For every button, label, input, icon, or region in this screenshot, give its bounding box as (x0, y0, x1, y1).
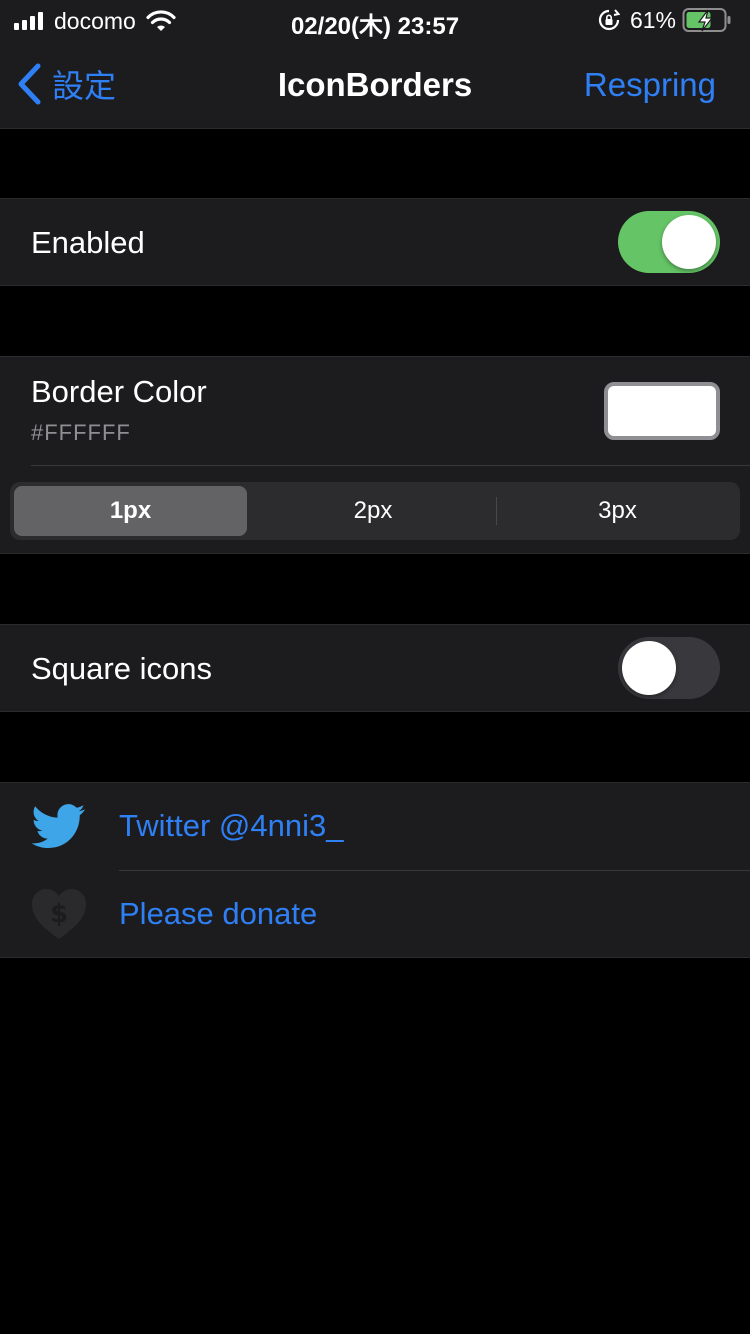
border-color-group: Border Color #FFFFFF 1px 2px 3px (0, 356, 750, 554)
toggle-knob (622, 641, 676, 695)
twitter-link[interactable]: Twitter @4nni3_ (0, 783, 750, 871)
segment-divider (496, 497, 497, 525)
square-icons-label: Square icons (31, 651, 212, 686)
border-width-segmented-control: 1px 2px 3px (10, 482, 740, 540)
orientation-lock-icon (598, 9, 620, 31)
separator (31, 465, 750, 466)
segment-2px[interactable]: 2px (253, 486, 493, 536)
twitter-bird-icon (31, 804, 86, 849)
enabled-toggle[interactable] (618, 211, 720, 273)
links-group: Twitter @4nni3_ $ Please donate (0, 782, 750, 958)
heart-dollar-icon: $ (32, 889, 86, 939)
donate-link[interactable]: $ Please donate (0, 871, 750, 959)
square-icons-group: Square icons (0, 624, 750, 712)
square-icons-toggle[interactable] (618, 637, 720, 699)
segment-3px[interactable]: 3px (499, 486, 736, 536)
battery-charging-icon (682, 8, 731, 32)
twitter-link-label: Twitter @4nni3_ (119, 808, 344, 843)
battery-percent: 61% (629, 6, 676, 33)
border-color-hex: #FFFFFF (31, 420, 131, 445)
respring-button[interactable]: Respring (584, 66, 716, 104)
status-bar: docomo 02/20(木) 23:57 61% (0, 0, 750, 40)
enabled-label: Enabled (31, 225, 145, 260)
enabled-group: Enabled (0, 198, 750, 286)
segment-1px[interactable]: 1px (14, 486, 247, 536)
border-color-label: Border Color (31, 374, 207, 409)
border-color-swatch[interactable] (604, 382, 720, 440)
svg-text:$: $ (50, 899, 68, 929)
navigation-bar: 設定 IconBorders Respring (0, 40, 750, 129)
toggle-knob (662, 215, 716, 269)
status-right: 61% (598, 6, 732, 34)
donate-link-label: Please donate (119, 896, 318, 931)
